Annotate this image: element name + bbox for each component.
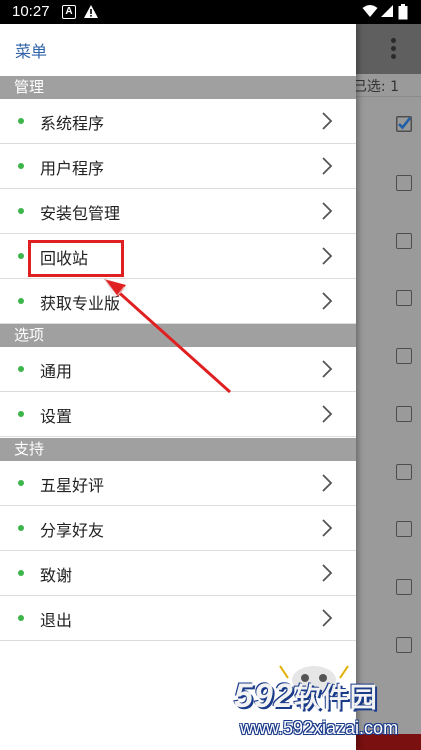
- menu-item-get-pro[interactable]: 获取专业版: [0, 279, 356, 324]
- section-header-manage: 管理: [0, 76, 356, 99]
- bullet-dot-icon: [18, 480, 24, 486]
- menu-item-label: 致谢: [40, 566, 73, 585]
- checkbox-icon[interactable]: [396, 290, 412, 306]
- menu-item-share[interactable]: 分享好友: [0, 506, 356, 551]
- menu-item-label: 设置: [40, 407, 73, 426]
- menu-item-settings[interactable]: 设置: [0, 392, 356, 437]
- annotation-highlight-box: [28, 240, 124, 277]
- menu-item-label: 用户程序: [40, 159, 105, 178]
- bullet-dot-icon: [18, 118, 24, 124]
- checkbox-icon[interactable]: [396, 175, 412, 191]
- menu-item-label: 获取专业版: [40, 294, 121, 313]
- watermark-cn: 软件园: [293, 683, 378, 713]
- chevron-right-icon: [322, 474, 333, 492]
- signal-icon: [381, 5, 393, 17]
- chevron-right-icon: [322, 609, 333, 627]
- watermark-url: www.592xiazai.com: [240, 718, 399, 738]
- menu-item-label: 通用: [40, 362, 73, 381]
- overflow-menu-icon[interactable]: [391, 38, 397, 62]
- notification-a-icon: A: [62, 5, 76, 19]
- menu-item-label: 五星好评: [40, 476, 105, 495]
- chevron-right-icon: [322, 292, 333, 310]
- bullet-dot-icon: [18, 525, 24, 531]
- watermark-brand: 592软件园: [234, 676, 378, 716]
- bullet-dot-icon: [18, 366, 24, 372]
- checkbox-icon[interactable]: [396, 348, 412, 364]
- menu-item-system-apps[interactable]: 系统程序: [0, 99, 356, 144]
- chevron-right-icon: [322, 112, 333, 130]
- checkbox-icon[interactable]: [396, 406, 412, 422]
- bullet-dot-icon: [18, 253, 24, 259]
- selected-count: 已选: 1: [352, 79, 399, 95]
- menu-item-rate-five-stars[interactable]: 五星好评: [0, 461, 356, 506]
- section-header-options: 选项: [0, 324, 356, 347]
- section-header-support: 支持: [0, 438, 356, 461]
- navigation-drawer: 菜单 管理 系统程序 用户程序 安装包管理 回收站 获取专业版 选项 通用 设置…: [0, 24, 356, 750]
- bullet-dot-icon: [18, 570, 24, 576]
- watermark-digits: 592: [234, 677, 294, 715]
- status-time: 10:27: [12, 3, 50, 20]
- chevron-right-icon: [322, 247, 333, 265]
- chevron-right-icon: [322, 202, 333, 220]
- checkbox-icon[interactable]: [396, 579, 412, 595]
- menu-item-label: 退出: [40, 611, 73, 630]
- checkbox-icon[interactable]: [396, 521, 412, 537]
- bullet-dot-icon: [18, 208, 24, 214]
- battery-icon: [398, 4, 408, 20]
- menu-item-label: 系统程序: [40, 114, 105, 133]
- drawer-title: 菜单: [15, 42, 48, 61]
- menu-item-apk-manager[interactable]: 安装包管理: [0, 189, 356, 234]
- chevron-right-icon: [322, 157, 333, 175]
- bullet-dot-icon: [18, 615, 24, 621]
- wifi-icon: [362, 5, 378, 17]
- bullet-dot-icon: [18, 298, 24, 304]
- menu-item-credits[interactable]: 致谢: [0, 551, 356, 596]
- chevron-right-icon: [322, 564, 333, 582]
- checkbox-icon[interactable]: [396, 637, 412, 653]
- watermark-logo: 592软件园 www.592xiazai.com: [232, 672, 421, 750]
- chevron-right-icon: [322, 360, 333, 378]
- chevron-right-icon: [322, 519, 333, 537]
- menu-item-label: 分享好友: [40, 521, 105, 540]
- checkbox-icon[interactable]: [396, 233, 412, 249]
- menu-item-user-apps[interactable]: 用户程序: [0, 144, 356, 189]
- status-bar: 10:27 A: [0, 0, 421, 24]
- warning-icon: [84, 5, 98, 18]
- checkbox-icon[interactable]: [396, 116, 412, 132]
- menu-item-general[interactable]: 通用: [0, 347, 356, 392]
- chevron-right-icon: [322, 405, 333, 423]
- bullet-dot-icon: [18, 411, 24, 417]
- checkbox-icon[interactable]: [396, 464, 412, 480]
- bullet-dot-icon: [18, 163, 24, 169]
- menu-item-label: 安装包管理: [40, 204, 121, 223]
- menu-item-exit[interactable]: 退出: [0, 596, 356, 641]
- row-divider: [356, 96, 421, 97]
